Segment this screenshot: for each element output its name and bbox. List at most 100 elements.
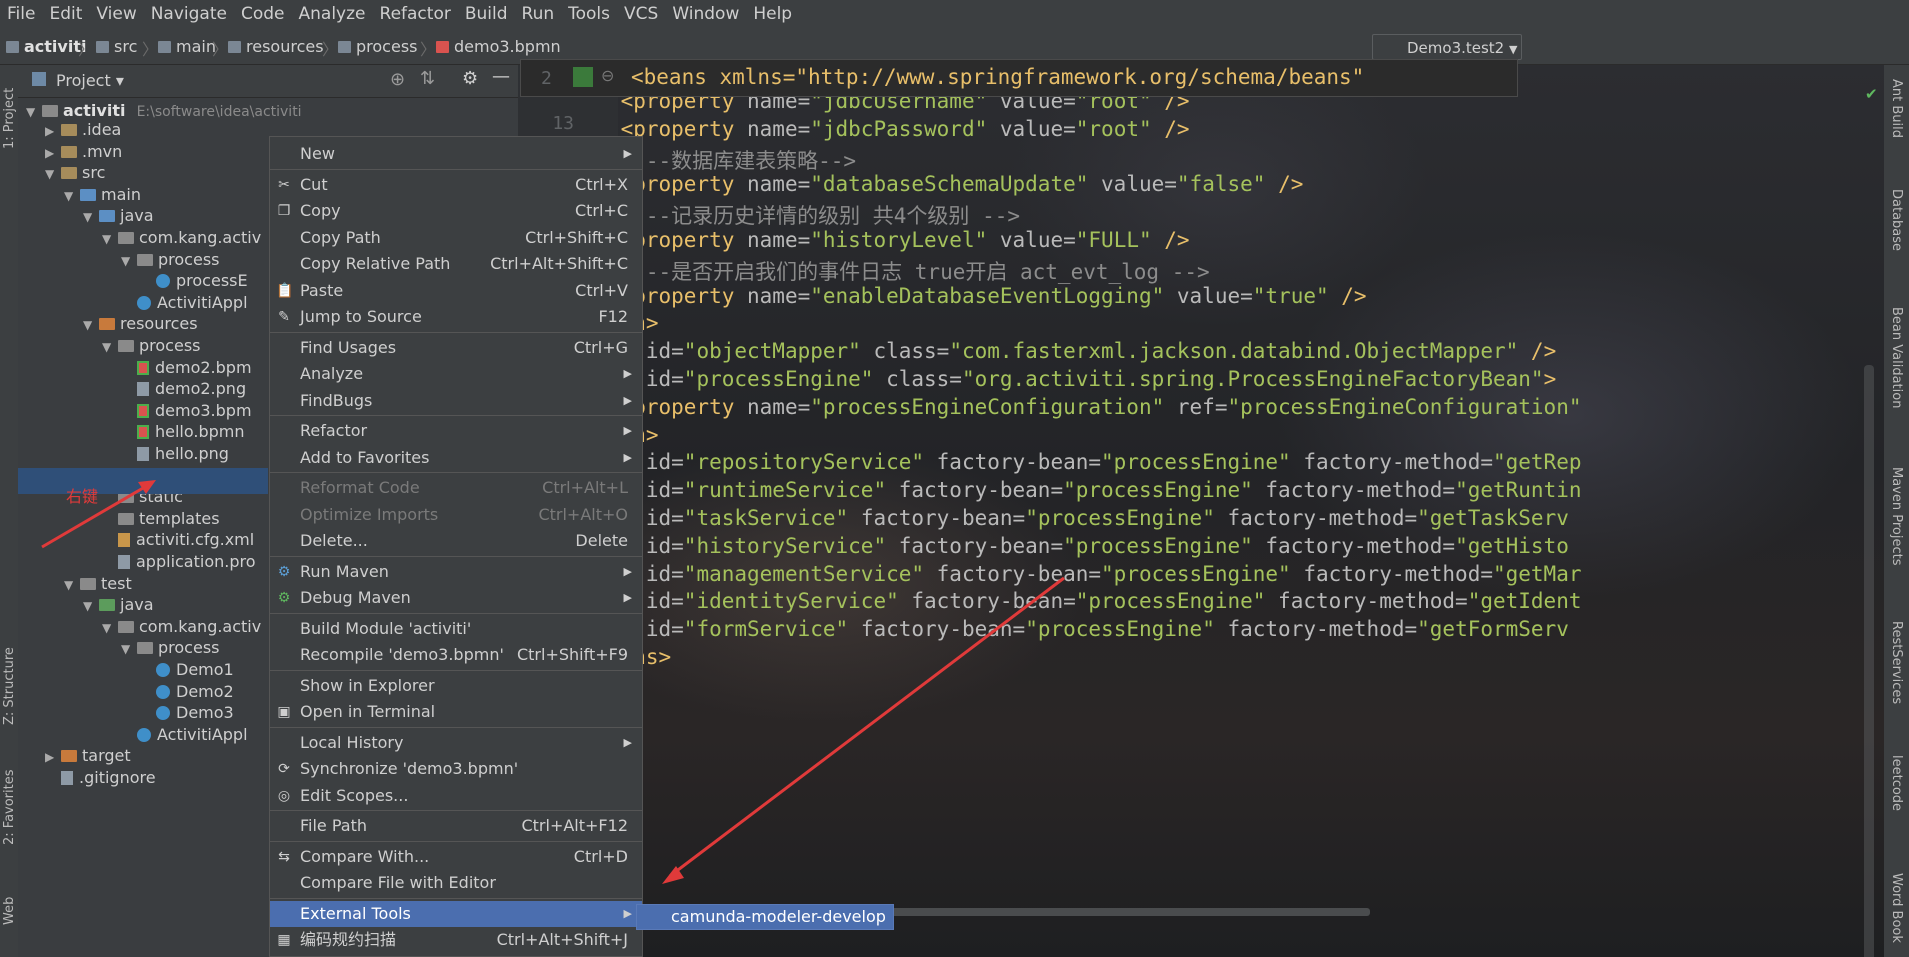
- menu-item-reformat-code[interactable]: Reformat Code Ctrl+Alt+L: [270, 475, 642, 501]
- tab-ant-build[interactable]: Ant Build: [1889, 79, 1904, 138]
- tab-maven-projects[interactable]: Maven Projects: [1889, 467, 1904, 566]
- menu-item-label: Run Maven: [300, 561, 389, 581]
- code-token: factory-method=: [1214, 617, 1418, 642]
- code-line: <property name="databaseSchemaUpdate" va…: [570, 172, 1304, 196]
- chevron-right-icon: ▶: [623, 393, 632, 407]
- code-token: />: [1328, 283, 1367, 308]
- submenu-item-camunda[interactable]: camunda-modeler-develop: [636, 904, 894, 930]
- menu-item-label: Analyze: [300, 364, 364, 383]
- menu-item-open-in-terminal[interactable]: ▣ Open in Terminal: [270, 699, 642, 725]
- menu-item-label: 编码规约扫描: [300, 930, 397, 949]
- menu-item-[interactable]: ▦ 编码规约扫描 Ctrl+Alt+Shift+J: [270, 927, 642, 953]
- code-token: />: [1151, 116, 1190, 141]
- menu-separator: [270, 726, 642, 728]
- menu-item-new[interactable]: New ▶: [270, 141, 642, 167]
- tab-database[interactable]: Database: [1889, 189, 1904, 251]
- tab-bean-validation[interactable]: Bean Validation: [1889, 307, 1904, 408]
- menu-item-compare-file-with-editor[interactable]: Compare File with Editor: [270, 870, 642, 896]
- code-token: "jdbcPassword": [810, 116, 988, 141]
- line-number: 13: [552, 113, 574, 134]
- menu-item-label: Build Module 'activiti': [300, 618, 472, 638]
- menu-item-copy-relative-path[interactable]: Copy Relative Path Ctrl+Alt+Shift+C: [270, 251, 642, 277]
- menu-item-label: Find Usages: [300, 337, 397, 357]
- menu-separator: [270, 415, 642, 416]
- code-token: factory-method=: [1290, 561, 1493, 586]
- tab-word-book[interactable]: Word Book: [1889, 873, 1904, 943]
- menu-item-shortcut: Ctrl+Alt+Shift+J: [496, 930, 628, 949]
- menu-item-label: Local History: [300, 732, 404, 752]
- chevron-right-icon: ▶: [623, 906, 632, 920]
- code-line: <bean id="taskService" factory-bean="pro…: [570, 506, 1569, 530]
- sticky-header: 2 ⊖ <beans xmlns="http://www.springframe…: [520, 59, 1518, 97]
- code-token: factory-method=: [1252, 478, 1456, 503]
- code-token: name=: [747, 394, 811, 419]
- pencil-icon: ✎: [278, 309, 290, 325]
- menu-item-build-module-activiti[interactable]: Build Module 'activiti': [270, 616, 642, 642]
- code-token: id=: [645, 339, 684, 364]
- code-token: "processEngineConfiguration": [810, 394, 1165, 419]
- sync-icon: ⟳: [278, 761, 290, 777]
- code-token: "getHisto: [1455, 533, 1569, 558]
- menu-separator: [270, 897, 642, 899]
- menu-item-shortcut: Ctrl+C: [574, 201, 628, 220]
- tab-rest-services[interactable]: RestServices: [1889, 621, 1904, 704]
- menu-item-optimize-imports[interactable]: Optimize Imports Ctrl+Alt+O: [270, 502, 642, 528]
- code-token: "historyService": [683, 533, 887, 558]
- code-token: id=: [645, 478, 684, 503]
- code-token: factory-method=: [1290, 450, 1493, 475]
- menu-item-recompile-demo3-bpmn[interactable]: Recompile 'demo3.bpmn' Ctrl+Shift+F9: [270, 642, 642, 668]
- menu-item-edit-scopes[interactable]: ◎ Edit Scopes...: [270, 783, 642, 809]
- code-token: >: [1543, 367, 1557, 391]
- menu-item-findbugs[interactable]: FindBugs ▶: [270, 388, 642, 414]
- menu-item-label: Reformat Code: [300, 478, 420, 497]
- menu-item-refactor[interactable]: Refactor ▶: [270, 418, 642, 444]
- code-line: <property name="processEngineConfigurati…: [570, 394, 1582, 419]
- code-line: <bean id="historyService" factory-bean="…: [570, 534, 1569, 558]
- code-line: <bean id="managementService" factory-bea…: [570, 562, 1582, 586]
- menu-item-show-in-explorer[interactable]: Show in Explorer: [270, 673, 642, 699]
- menu-item-label: File Path: [300, 816, 368, 835]
- code-token: />: [1151, 228, 1190, 252]
- menu-item-delete[interactable]: Delete... Delete: [270, 528, 642, 554]
- menu-item-shortcut: Ctrl+D: [573, 846, 628, 866]
- menu-item-external-tools[interactable]: External Tools ▶: [270, 900, 642, 927]
- arrowhead: [138, 480, 156, 494]
- menu-item-find-usages[interactable]: Find Usages Ctrl+G: [270, 335, 642, 361]
- editor[interactable]: 13 <property name="jdbcUsername" value="…: [518, 65, 1884, 957]
- code-line: <bean id="processEngine" class="org.acti…: [570, 367, 1556, 391]
- code-token: id=: [645, 617, 684, 642]
- menu-item-add-to-favorites[interactable]: Add to Favorites ▶: [270, 445, 642, 471]
- menu-item-label: Open in Terminal: [300, 702, 436, 721]
- code-token: "true": [1252, 283, 1329, 308]
- code-token: name=: [747, 283, 811, 308]
- menu-item-analyze[interactable]: Analyze ▶: [270, 361, 642, 387]
- menu-item-jump-to-source[interactable]: ✎ Jump to Source F12: [270, 304, 642, 330]
- menu-item-label: Synchronize 'demo3.bpmn': [300, 759, 519, 778]
- code-token: factory-method=: [1252, 533, 1456, 558]
- menu-item-paste[interactable]: 📋 Paste Ctrl+V: [270, 278, 642, 304]
- terminal-icon: ▣: [277, 704, 291, 720]
- menu-item-label: Optimize Imports: [300, 504, 439, 524]
- menu-item-shortcut: Ctrl+Shift+F9: [516, 645, 628, 664]
- menu-item-compare-with[interactable]: ⇆ Compare With... Ctrl+D: [270, 844, 642, 870]
- menu-item-local-history[interactable]: Local History ▶: [270, 730, 642, 756]
- menu-item-run-maven[interactable]: ⚙ Run Maven ▶: [270, 559, 642, 585]
- menu-item-label: Copy Relative Path: [300, 254, 451, 273]
- code-token: />: [1518, 339, 1557, 364]
- menu-item-copy[interactable]: ❐ Copy Ctrl+C: [270, 198, 642, 224]
- menu-item-copy-path[interactable]: Copy Path Ctrl+Shift+C: [270, 225, 642, 251]
- menu-item-synchronize-demo3-bpmn[interactable]: ⟳ Synchronize 'demo3.bpmn': [270, 756, 642, 782]
- code-token: "org.activiti.spring.ProcessEngineFactor…: [961, 367, 1544, 391]
- debug-icon: ⚙: [277, 590, 291, 606]
- code-token: factory-bean=: [886, 478, 1064, 503]
- code-token: factory-bean=: [848, 506, 1026, 530]
- menu-item-debug-maven[interactable]: ⚙ Debug Maven ▶: [270, 585, 642, 611]
- menu-item-cut[interactable]: ✂ Cut Ctrl+X: [270, 172, 642, 198]
- code-token: class=: [860, 339, 950, 364]
- code-token: "processEngine": [1075, 589, 1266, 614]
- vertical-scrollbar[interactable]: [1864, 365, 1874, 957]
- tab-leetcode[interactable]: leetcode: [1889, 755, 1904, 811]
- menu-item-label: Paste: [300, 280, 344, 300]
- menu-item-file-path[interactable]: File Path Ctrl+Alt+F12: [270, 813, 642, 839]
- menu-separator: [270, 472, 642, 473]
